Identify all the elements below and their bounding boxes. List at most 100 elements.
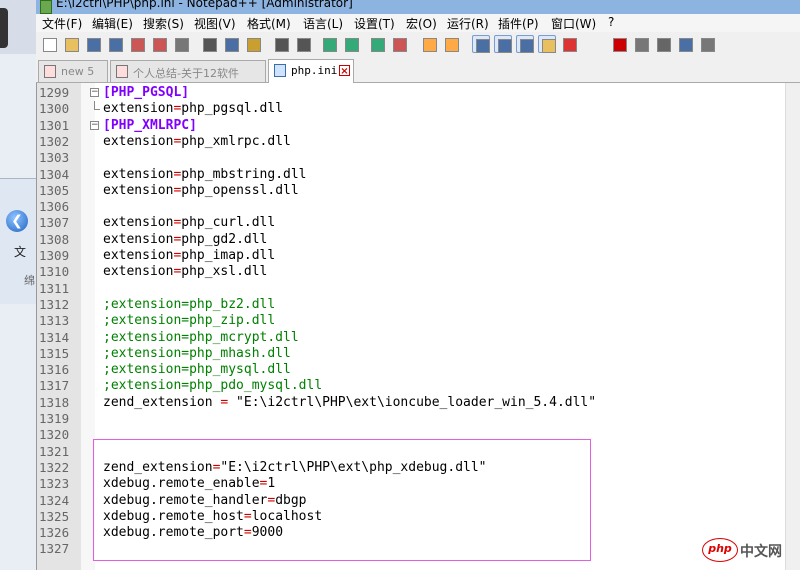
- run-macro-multiple-icon-glyph: [679, 38, 693, 52]
- back-arrow-icon[interactable]: ❮: [6, 210, 28, 232]
- code-line[interactable]: 1324 xdebug.remote_handler=dbgp: [37, 493, 800, 509]
- close-icon[interactable]: [128, 35, 146, 53]
- code-line[interactable]: 1327: [37, 541, 800, 557]
- function-list-icon[interactable]: [560, 35, 578, 53]
- code-line[interactable]: 1312 ;extension=php_bz2.dll: [37, 297, 800, 313]
- code-line[interactable]: 1306: [37, 199, 800, 215]
- record-macro-icon[interactable]: [610, 35, 628, 53]
- new-file-icon[interactable]: [40, 35, 58, 53]
- run-macro-multiple-icon[interactable]: [676, 35, 694, 53]
- undo-icon[interactable]: [272, 35, 290, 53]
- save-all-icon[interactable]: [106, 35, 124, 53]
- paste-icon[interactable]: [244, 35, 262, 53]
- code-line[interactable]: 1315 ;extension=php_mhash.dll: [37, 346, 800, 362]
- line-number: 1317: [39, 378, 70, 394]
- indent-guide-icon[interactable]: [516, 35, 534, 53]
- code-line[interactable]: 1319: [37, 411, 800, 427]
- code-line[interactable]: 1321: [37, 444, 800, 460]
- code-area[interactable]: 1299− [PHP_PGSQL] 1300 extension=php_pgsql.…: [37, 83, 800, 570]
- all-chars-icon[interactable]: [494, 35, 512, 53]
- close-tab-icon[interactable]: ×: [339, 65, 350, 77]
- cut-icon[interactable]: [200, 35, 218, 53]
- menu-item[interactable]: 搜索(S): [143, 15, 184, 32]
- find-icon-glyph: [323, 38, 337, 52]
- menu-item[interactable]: 语言(L): [303, 15, 343, 32]
- find-icon[interactable]: [320, 35, 338, 53]
- code-line[interactable]: 1301 − [PHP_XMLRPC]: [37, 118, 800, 134]
- text-token: extension: [103, 248, 174, 263]
- code-text: ;extension=php_mcrypt.dll: [103, 330, 299, 346]
- code-line[interactable]: 1314 ;extension=php_mcrypt.dll: [37, 330, 800, 346]
- tab-php-ini[interactable]: php.ini ×: [268, 59, 354, 83]
- code-line[interactable]: 1317 ;extension=php_pdo_mysql.dll: [37, 378, 800, 394]
- code-text: zend_extension = "E:\i2ctrl\PHP\ext\ionc…: [103, 395, 596, 411]
- text-token: php_xmlrpc.dll: [181, 133, 291, 149]
- text-token: zend_extension: [103, 394, 221, 410]
- menu-item[interactable]: 运行(R): [447, 15, 489, 32]
- menu-item[interactable]: ?: [608, 15, 614, 29]
- replace-icon[interactable]: [342, 35, 360, 53]
- text-token: php_openssl.dll: [181, 182, 299, 198]
- code-line[interactable]: 1302 extension=php_xmlrpc.dll: [37, 134, 800, 150]
- code-line[interactable]: 1316 ;extension=php_mysql.dll: [37, 362, 800, 378]
- line-number: 1301: [39, 117, 70, 133]
- section-token: [PHP_XMLRPC]: [103, 117, 197, 133]
- code-line[interactable]: 1310 extension=php_xsl.dll: [37, 264, 800, 280]
- text-token: php_gd2.dll: [181, 231, 268, 247]
- fold-toggle-icon[interactable]: −: [90, 120, 99, 130]
- line-number: 1323: [39, 476, 70, 492]
- code-line[interactable]: 1307 extension=php_curl.dll: [37, 215, 800, 231]
- zoom-in-icon[interactable]: [368, 35, 386, 53]
- code-line[interactable]: 1325 xdebug.remote_host=localhost: [37, 509, 800, 525]
- code-text: xdebug.remote_handler=dbgp: [103, 493, 307, 509]
- code-line[interactable]: 1323 xdebug.remote_enable=1: [37, 476, 800, 492]
- menu-item[interactable]: 宏(O): [406, 15, 437, 32]
- save-macro-icon[interactable]: [698, 35, 716, 53]
- zoom-out-icon[interactable]: [390, 35, 408, 53]
- text-token: extension: [103, 133, 174, 149]
- menu-item[interactable]: 文件(F): [42, 15, 82, 32]
- close-all-icon[interactable]: [150, 35, 168, 53]
- play-macro-icon[interactable]: [654, 35, 672, 53]
- menu-item[interactable]: 视图(V): [194, 15, 236, 32]
- code-line[interactable]: 1322 zend_extension="E:\i2ctrl\PHP\ext\ph…: [37, 460, 800, 476]
- menu-item[interactable]: 编辑(E): [92, 15, 133, 32]
- text-token: "E:\i2ctrl\PHP\ext\ioncube_loader_win_5.…: [228, 394, 597, 410]
- print-icon[interactable]: [172, 35, 190, 53]
- vertical-scrollbar[interactable]: [785, 83, 800, 570]
- code-line[interactable]: 1305 extension=php_openssl.dll: [37, 183, 800, 199]
- code-line[interactable]: 1308 extension=php_gd2.dll: [37, 232, 800, 248]
- record-macro-icon-glyph: [613, 38, 627, 52]
- code-text: xdebug.remote_enable=1: [103, 476, 275, 492]
- unsaved-file-icon: [116, 65, 128, 78]
- menu-item[interactable]: 格式(M): [247, 15, 291, 32]
- code-line[interactable]: 1303: [37, 150, 800, 166]
- code-line[interactable]: 1326 xdebug.remote_port=9000: [37, 525, 800, 541]
- fold-toggle-icon[interactable]: −: [90, 88, 99, 97]
- open-file-icon[interactable]: [62, 35, 80, 53]
- code-line[interactable]: 1304 extension=php_mbstring.dll: [37, 167, 800, 183]
- sync-v-icon[interactable]: [420, 35, 438, 53]
- save-icon[interactable]: [84, 35, 102, 53]
- menu-item[interactable]: 设置(T): [354, 15, 395, 32]
- code-line[interactable]: 1318 zend_extension = "E:\i2ctrl\PHP\ext\…: [37, 395, 800, 411]
- editor-pane[interactable]: 1299− [PHP_PGSQL] 1300 extension=php_pgsql.…: [36, 83, 800, 570]
- doc-map-icon[interactable]: [538, 35, 556, 53]
- tab-new-5[interactable]: new 5: [38, 60, 108, 82]
- wrap-icon[interactable]: [472, 35, 490, 53]
- line-number: 1302: [39, 133, 70, 149]
- code-line[interactable]: 1309 extension=php_imap.dll: [37, 248, 800, 264]
- code-line[interactable]: 1311: [37, 281, 800, 297]
- code-line[interactable]: 1313 ;extension=php_zip.dll: [37, 313, 800, 329]
- code-line[interactable]: 1299 − [PHP_PGSQL]: [37, 85, 800, 101]
- stop-macro-icon[interactable]: [632, 35, 650, 53]
- code-line[interactable]: 1300 extension=php_pgsql.dll: [37, 101, 800, 117]
- copy-icon[interactable]: [222, 35, 240, 53]
- menu-item[interactable]: 插件(P): [498, 15, 539, 32]
- save-all-icon-glyph: [109, 38, 123, 52]
- redo-icon[interactable]: [294, 35, 312, 53]
- tab-personal-summary[interactable]: 个人总结-关于12软件: [110, 60, 266, 82]
- code-line[interactable]: 1320: [37, 427, 800, 443]
- menu-item[interactable]: 窗口(W): [551, 15, 596, 32]
- sync-h-icon[interactable]: [442, 35, 460, 53]
